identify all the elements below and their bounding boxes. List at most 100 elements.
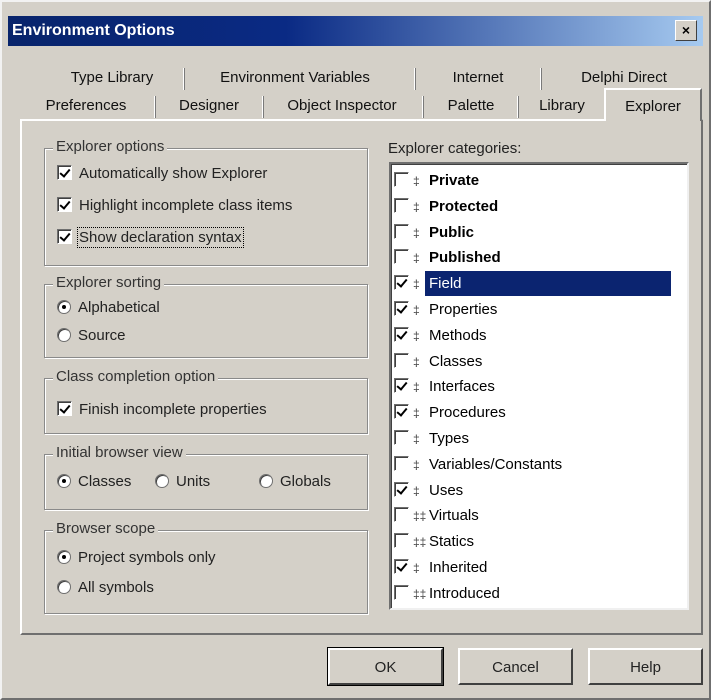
title-bar[interactable]: Environment Options × <box>8 16 703 46</box>
member-visibility-icon: ‡ <box>413 303 420 317</box>
tab-explorer[interactable]: Explorer <box>604 88 702 121</box>
auto-show-explorer-checkbox[interactable]: Automatically show Explorer <box>57 161 267 187</box>
category-item[interactable]: ‡ Inherited <box>394 555 684 580</box>
category-checkbox[interactable] <box>394 559 409 574</box>
category-checkbox[interactable] <box>394 223 409 239</box>
initial-browser-view-group: Initial browser view Classes Units Globa… <box>44 444 368 510</box>
radio-button[interactable] <box>57 580 71 594</box>
category-item[interactable]: ‡‡ Introduced <box>394 581 684 606</box>
radio-button[interactable] <box>57 328 71 342</box>
member-visibility-icon: ‡ <box>413 432 420 446</box>
tab-object-inspector[interactable]: Object Inspector <box>268 92 416 120</box>
checkbox-box[interactable] <box>57 197 72 212</box>
category-checkbox[interactable] <box>394 172 409 187</box>
category-item[interactable]: ‡ Variables/Constants <box>394 452 684 477</box>
explorer-options-group: Explorer options Automatically show Expl… <box>44 138 368 266</box>
category-checkbox[interactable] <box>394 404 409 420</box>
checkbox-box[interactable] <box>57 229 72 244</box>
category-checkbox[interactable] <box>394 352 409 368</box>
category-checkbox[interactable] <box>394 326 409 342</box>
scope-all-symbols-label: All symbols <box>78 579 154 596</box>
category-item[interactable]: ‡ Types <box>394 426 684 451</box>
finish-incomplete-properties-checkbox[interactable]: Finish incomplete properties <box>57 397 267 423</box>
category-item[interactable]: ‡ Properties <box>394 297 684 322</box>
tab-internet[interactable]: Internet <box>422 64 534 92</box>
category-item[interactable]: ‡ Private <box>394 168 684 193</box>
category-label: Private <box>429 172 480 189</box>
member-visibility-icon: ‡‡ <box>413 586 427 601</box>
browser-scope-title: Browser scope <box>53 520 159 537</box>
help-button[interactable]: Help <box>588 648 703 685</box>
radio-button[interactable] <box>57 474 71 488</box>
tab-type-library[interactable]: Type Library <box>42 64 182 92</box>
category-item[interactable]: ‡ Classes <box>394 349 684 374</box>
member-visibility-icon: ‡‡ <box>413 509 427 524</box>
view-classes-radio[interactable]: Classes <box>57 469 131 495</box>
category-label: Field <box>425 271 671 297</box>
ok-button[interactable]: OK <box>327 647 444 686</box>
tab-palette[interactable]: Palette <box>430 92 512 120</box>
view-classes-label: Classes <box>78 473 132 490</box>
category-item[interactable]: ‡ Uses <box>394 478 684 503</box>
category-item[interactable]: ‡ Field <box>394 271 684 297</box>
member-visibility-icon: ‡ <box>413 277 420 292</box>
category-checkbox[interactable] <box>394 455 409 471</box>
sort-alphabetical-radio[interactable]: Alphabetical <box>57 295 160 321</box>
radio-button[interactable] <box>155 474 169 488</box>
member-visibility-icon: ‡ <box>413 199 420 214</box>
window-title: Environment Options <box>12 22 175 39</box>
tab-separator <box>517 96 519 118</box>
category-label: Classes <box>429 352 483 370</box>
member-visibility-icon: ‡ <box>413 380 420 395</box>
category-label: Virtuals <box>429 507 479 525</box>
scope-project-only-label: Project symbols only <box>78 549 216 566</box>
highlight-incomplete-label: Highlight incomplete class items <box>79 197 293 214</box>
close-button[interactable]: × <box>675 20 697 41</box>
show-declaration-syntax-label: Show declaration syntax <box>77 227 244 248</box>
category-checkbox[interactable] <box>394 301 409 316</box>
tab-environment-variables[interactable]: Environment Variables <box>190 64 400 92</box>
tab-library[interactable]: Library <box>524 92 600 120</box>
sort-source-radio[interactable]: Source <box>57 323 126 349</box>
cancel-button[interactable]: Cancel <box>458 648 573 685</box>
category-checkbox[interactable] <box>394 249 409 265</box>
category-item[interactable]: ‡ Protected <box>394 194 684 219</box>
scope-project-only-radio[interactable]: Project symbols only <box>57 545 216 571</box>
radio-button[interactable] <box>259 474 273 488</box>
category-checkbox[interactable] <box>394 197 409 213</box>
category-item[interactable]: ‡ Public <box>394 220 684 245</box>
category-item[interactable]: ‡‡ Virtuals <box>394 503 684 528</box>
radio-button[interactable] <box>57 300 71 314</box>
show-declaration-syntax-checkbox[interactable]: Show declaration syntax <box>57 225 244 251</box>
category-item[interactable]: ‡‡ Statics <box>394 529 684 554</box>
scope-all-symbols-radio[interactable]: All symbols <box>57 575 154 601</box>
view-units-radio[interactable]: Units <box>155 469 210 495</box>
category-item[interactable]: ‡ Methods <box>394 323 684 348</box>
category-checkbox[interactable] <box>394 378 409 394</box>
category-checkbox[interactable] <box>394 533 409 549</box>
sort-alphabetical-label: Alphabetical <box>78 299 160 316</box>
highlight-incomplete-checkbox[interactable]: Highlight incomplete class items <box>57 193 292 219</box>
category-item[interactable]: ‡ Published <box>394 245 684 270</box>
checkbox-box[interactable] <box>57 401 72 416</box>
tab-designer[interactable]: Designer <box>160 92 258 120</box>
tab-preferences[interactable]: Preferences <box>22 92 150 120</box>
category-label: Types <box>429 430 470 447</box>
member-visibility-icon: ‡ <box>413 251 420 266</box>
explorer-sorting-title: Explorer sorting <box>53 274 165 291</box>
checkbox-box[interactable] <box>57 165 72 180</box>
category-item[interactable]: ‡ Interfaces <box>394 374 684 399</box>
category-checkbox[interactable] <box>394 584 409 600</box>
view-globals-radio[interactable]: Globals <box>259 469 331 495</box>
category-checkbox[interactable] <box>394 430 409 445</box>
class-completion-group: Class completion option Finish incomplet… <box>44 368 368 434</box>
category-label: Published <box>429 249 501 267</box>
category-checkbox[interactable] <box>394 481 409 497</box>
category-label: Procedures <box>429 404 506 422</box>
radio-button[interactable] <box>57 550 71 564</box>
category-item[interactable]: ‡ Procedures <box>394 400 684 425</box>
category-checkbox[interactable] <box>394 507 409 523</box>
explorer-categories-list[interactable]: ‡ Private ‡ Protected ‡ Public ‡ Published ‡ Fiel… <box>389 162 689 610</box>
category-checkbox[interactable] <box>394 275 409 291</box>
sort-source-label: Source <box>78 327 126 344</box>
